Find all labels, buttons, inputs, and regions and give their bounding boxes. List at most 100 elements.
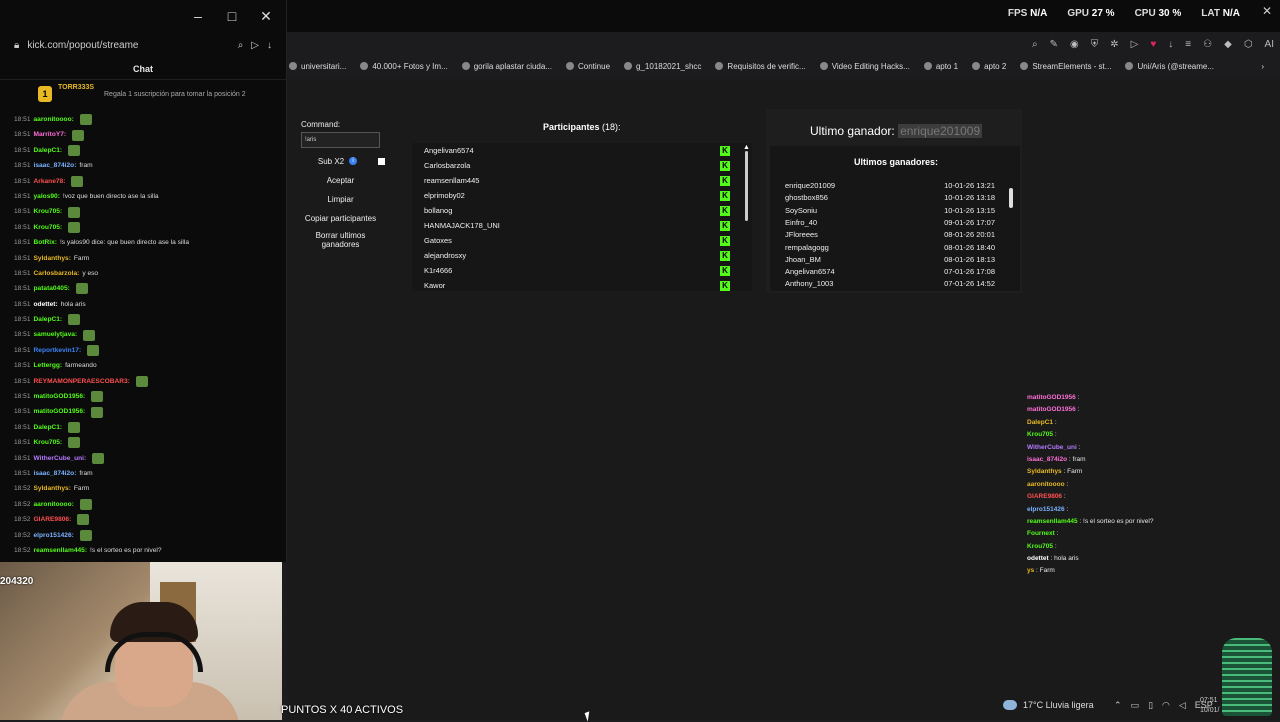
ai-button[interactable]: AI xyxy=(1265,39,1274,50)
cube-icon[interactable]: ⬡ xyxy=(1244,39,1253,50)
message-user[interactable]: DalepC1: xyxy=(34,420,63,435)
gpu-value: 27 % xyxy=(1091,8,1115,19)
message-user[interactable]: GIARE9806: xyxy=(34,512,72,527)
bookmark-item[interactable]: Uni/Aris (@streame... xyxy=(1125,62,1214,71)
message-user[interactable]: DalepC1: xyxy=(34,143,63,158)
participant-row[interactable]: HANMAJACK178_UNI K xyxy=(412,218,752,233)
participants-list[interactable]: Angelivan6574 K Carlosbarzola Kreamsenllam4… xyxy=(412,143,752,291)
search-icon[interactable]: ⌕ xyxy=(238,40,244,51)
message-user[interactable]: elpro151426: xyxy=(34,528,74,543)
message-user[interactable]: Krou705: xyxy=(34,204,63,219)
message-text: fram xyxy=(79,469,93,477)
message-user[interactable]: REYMAMONPERAESCOBAR3: xyxy=(34,374,130,389)
message-text: hola aris xyxy=(60,300,86,308)
participant-row[interactable]: Kawor K xyxy=(412,278,752,291)
extension-icon[interactable]: ✲ xyxy=(1110,39,1118,50)
info-icon[interactable]: i xyxy=(349,157,357,165)
message-time: 18:51 xyxy=(14,408,31,416)
message-user[interactable]: BotRix: xyxy=(34,235,57,250)
search-icon[interactable]: ⌕ xyxy=(1032,39,1038,50)
participant-row[interactable]: K1r4666 K xyxy=(412,263,752,278)
bookmark-item[interactable]: apto 2 xyxy=(972,62,1006,71)
maximize-icon[interactable]: □ xyxy=(222,8,242,24)
message-user[interactable]: patata0405: xyxy=(34,281,70,296)
message-user[interactable]: Lettergg: xyxy=(34,358,63,373)
command-input[interactable]: !aris xyxy=(301,132,380,148)
bookmark-item[interactable]: universitari... xyxy=(289,62,346,71)
message-user[interactable]: isaac_874i2o: xyxy=(34,158,77,173)
play-icon[interactable]: ▷ xyxy=(251,40,259,51)
participant-row[interactable]: bollanog K xyxy=(412,203,752,218)
sub-x2-checkbox[interactable] xyxy=(378,158,385,165)
bookmark-item[interactable]: g_10182021_shcc xyxy=(624,62,701,71)
message-user[interactable]: aaronitoooo: xyxy=(34,497,74,512)
camera-icon[interactable]: ◉ xyxy=(1070,39,1079,50)
scrollbar[interactable] xyxy=(745,151,748,221)
chat-message: 18:51 DalepC1: xyxy=(14,420,280,435)
volume-icon[interactable]: ◁ xyxy=(1179,700,1186,711)
scroll-up-icon[interactable]: ▲ xyxy=(743,144,750,151)
edit-icon[interactable]: ✎ xyxy=(1050,39,1058,50)
shield-icon[interactable]: ⛨ xyxy=(1091,39,1099,50)
participant-row[interactable]: Angelivan6574 K xyxy=(412,143,752,158)
close-icon[interactable]: ✕ xyxy=(1262,4,1272,18)
chat-message: 18:51 matitoGOD1956: xyxy=(14,404,280,419)
weather-widget[interactable]: 17°C Lluvia ligera xyxy=(1003,700,1094,710)
participant-row[interactable]: elprimoby02 K xyxy=(412,188,752,203)
clock[interactable]: 07:51 10/01/ xyxy=(1200,696,1219,716)
bookmark-item[interactable]: Requisitos de verific... xyxy=(715,62,806,71)
participants-title-text: Participantes xyxy=(543,122,600,132)
clear-winners-button[interactable]: Borrar ultimos ganadores xyxy=(301,231,380,249)
message-user[interactable]: WitherCube_uni: xyxy=(34,451,87,466)
message-user[interactable]: yalos90: xyxy=(34,189,60,204)
message-user[interactable]: MarritoY7: xyxy=(34,127,67,142)
emote-icon xyxy=(68,314,81,326)
message-user[interactable]: matitoGOD1956: xyxy=(34,404,86,419)
clear-button[interactable]: Limpiar xyxy=(301,195,380,204)
close-icon[interactable]: ✕ xyxy=(256,8,276,25)
message-user[interactable]: isaac_874i2o: xyxy=(34,466,77,481)
participant-row[interactable]: alejandrosxy K xyxy=(412,248,752,263)
download-icon[interactable]: ↓ xyxy=(1168,39,1173,50)
bookmark-item[interactable]: Continue xyxy=(566,62,610,71)
participant-name: alejandrosxy xyxy=(424,251,467,260)
menu-icon[interactable]: ≡ xyxy=(1185,39,1191,50)
bookmark-item[interactable]: StreamElements - st... xyxy=(1020,62,1111,71)
copy-participants-button[interactable]: Copiar participantes xyxy=(301,214,380,223)
address-bar[interactable]: 🔒︎ kick.com/popout/streame ⌕ ▷ ↓ xyxy=(4,32,282,58)
wifi-icon[interactable]: ◠ xyxy=(1162,700,1170,711)
participant-row[interactable]: reamsenllam445 K xyxy=(412,173,752,188)
bookmark-item[interactable]: 40.000+ Fotos y Im... xyxy=(360,62,448,71)
bookmark-item[interactable]: gorila aplastar ciuda... xyxy=(461,62,552,71)
monitor-icon[interactable]: ▭ xyxy=(1131,700,1140,711)
message-user[interactable]: samuelytjava: xyxy=(34,327,78,342)
message-user[interactable]: Syldanthys: xyxy=(34,251,71,266)
profile-icon[interactable]: ⚇ xyxy=(1203,39,1212,50)
message-user[interactable]: Syldanthys: xyxy=(34,481,71,496)
message-user[interactable]: Arkane78: xyxy=(34,174,66,189)
message-user[interactable]: Krou705: xyxy=(34,220,63,235)
participant-row[interactable]: Gatoxes K xyxy=(412,233,752,248)
play-icon[interactable]: ▷ xyxy=(1131,39,1139,50)
download-icon[interactable]: ↓ xyxy=(267,40,272,51)
message-user[interactable]: Carlosbarzola: xyxy=(34,266,80,281)
scrollbar[interactable] xyxy=(1009,188,1013,208)
message-user[interactable]: Reportkevin17: xyxy=(34,343,82,358)
message-user[interactable]: Krou705: xyxy=(34,435,63,450)
message-user[interactable]: matitoGOD1956: xyxy=(34,389,86,404)
heart-icon[interactable]: ♥ xyxy=(1150,39,1156,50)
message-user[interactable]: DalepC1: xyxy=(34,312,63,327)
bookmark-item[interactable]: apto 1 xyxy=(923,62,958,71)
participant-row[interactable]: Carlosbarzola K xyxy=(412,158,752,173)
url-text[interactable]: kick.com/popout/streame xyxy=(27,40,229,51)
message-user[interactable]: reamsenllam445: xyxy=(34,543,88,558)
message-user[interactable]: aaronitoooo: xyxy=(34,112,74,127)
bookmark-item[interactable]: Video Editing Hacks... xyxy=(819,62,910,71)
minimize-icon[interactable]: – xyxy=(188,8,208,24)
chevron-up-icon[interactable]: ⌃ xyxy=(1114,700,1122,711)
message-user[interactable]: odettet: xyxy=(34,297,58,312)
network-icon[interactable]: ▯ xyxy=(1148,700,1153,711)
diamond-icon[interactable]: ◆ xyxy=(1224,39,1232,50)
accept-button[interactable]: Aceptar xyxy=(301,176,380,185)
chevron-right-icon[interactable]: › xyxy=(1261,62,1280,71)
